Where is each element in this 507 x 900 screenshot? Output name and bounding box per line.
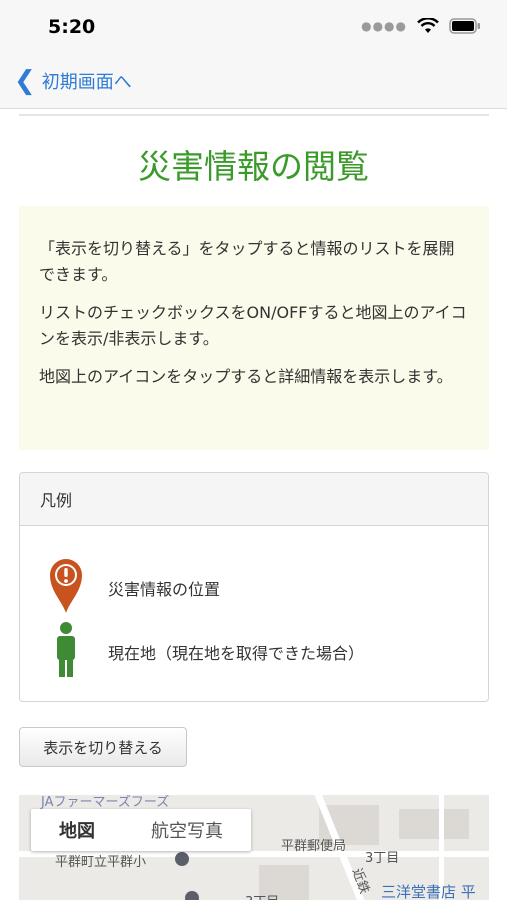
map-type-toggle: 地図 航空写真 bbox=[31, 809, 251, 851]
disaster-pin-icon bbox=[48, 557, 84, 619]
legend-label: 現在地（現在地を取得できた場合） bbox=[108, 644, 365, 663]
legend-item-disaster: 災害情報の位置 bbox=[48, 557, 220, 619]
map-label-post-office: 平群郵便局 bbox=[281, 839, 347, 854]
page-title: 災害情報の閲覧 bbox=[138, 147, 369, 186]
map-label-chome: 3丁目 bbox=[365, 851, 400, 866]
battery-icon bbox=[449, 18, 481, 34]
back-label: 初期画面へ bbox=[41, 72, 132, 93]
divider bbox=[19, 114, 489, 116]
tab-aerial-photo[interactable]: 航空写真 bbox=[123, 809, 251, 851]
back-button[interactable]: ❮ 初期画面へ bbox=[14, 68, 132, 94]
wifi-icon bbox=[417, 18, 439, 34]
map-label-shop: JAファーマーズフーズ bbox=[41, 795, 170, 810]
legend-panel: 凡例 災害情報の位置 現在地（現在地を取得できた場合） bbox=[19, 472, 489, 702]
cellular-signal-icon: ●●●● bbox=[361, 19, 407, 33]
place-icon bbox=[185, 891, 199, 900]
map-building bbox=[399, 809, 469, 839]
map-label-bookstore: 三洋堂書店 平 bbox=[381, 883, 476, 900]
legend-item-current-location: 現在地（現在地を取得できた場合） bbox=[48, 621, 364, 683]
legend-label: 災害情報の位置 bbox=[108, 580, 221, 599]
navigation-bar: ❮ 初期画面へ bbox=[0, 56, 507, 109]
instruction-text: リストのチェックボックスをON/OFFすると地図上のアイコンを表示/非表示します… bbox=[39, 303, 467, 348]
map[interactable]: JAファーマーズフーズ 平群郵便局 平群町立平群小 3丁目 3丁目 近鉄 三洋堂… bbox=[19, 795, 489, 900]
status-bar: 5:20 ●●●● bbox=[0, 0, 507, 56]
status-time: 5:20 bbox=[48, 16, 96, 38]
instruction-text: 地図上のアイコンをタップすると詳細情報を表示します。 bbox=[39, 367, 453, 386]
instructions-box: 「表示を切り替える」をタップすると情報のリストを展開できます。 リストのチェック… bbox=[19, 206, 489, 450]
school-icon bbox=[175, 852, 189, 866]
legend-title: 凡例 bbox=[40, 491, 73, 510]
tab-map[interactable]: 地図 bbox=[31, 809, 123, 851]
map-label-chome: 3丁目 bbox=[245, 891, 279, 900]
chevron-left-icon: ❮ bbox=[14, 66, 36, 96]
status-icons: ●●●● bbox=[361, 18, 481, 34]
legend-header: 凡例 bbox=[20, 473, 488, 526]
map-label-school: 平群町立平群小 bbox=[55, 855, 147, 870]
person-icon bbox=[54, 621, 78, 683]
instruction-text: 「表示を切り替える」をタップすると情報のリストを展開できます。 bbox=[39, 239, 455, 284]
toggle-display-button[interactable]: 表示を切り替える bbox=[19, 727, 187, 767]
